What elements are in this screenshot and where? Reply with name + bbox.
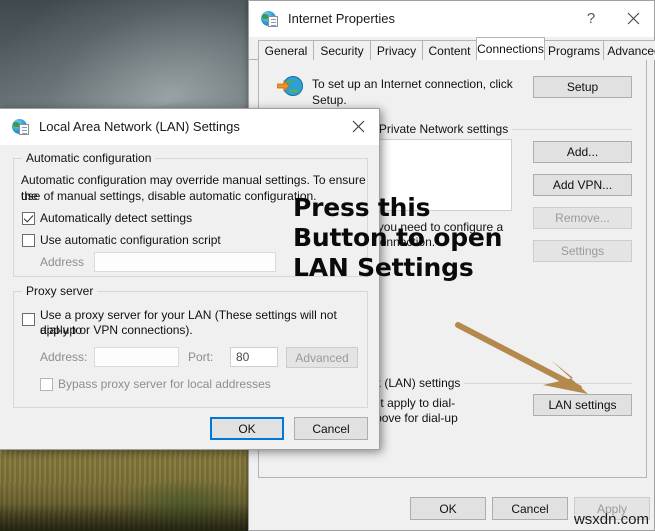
tab-privacy[interactable]: Privacy <box>370 40 423 60</box>
lan-settings-button[interactable]: LAN settings <box>533 394 632 416</box>
remove-button: Remove... <box>533 207 632 229</box>
automatic-configuration-group-label: Automatic configuration <box>22 151 156 165</box>
internet-properties-title: Internet Properties <box>288 11 395 26</box>
tab-advanced[interactable]: Advanced <box>603 40 655 60</box>
script-address-input[interactable] <box>94 252 276 272</box>
tab-content[interactable]: Content <box>422 40 477 60</box>
ok-button[interactable]: OK <box>410 497 486 520</box>
lan-settings-titlebar: Local Area Network (LAN) Settings <box>0 109 379 145</box>
settings-button: Settings <box>533 240 632 262</box>
watermark: wsxdn.com <box>573 511 649 528</box>
proxy-advanced-button: Advanced <box>286 347 358 368</box>
proxy-address-input[interactable] <box>94 347 179 367</box>
tab-security[interactable]: Security <box>313 40 371 60</box>
use-proxy-server-checkbox[interactable] <box>22 313 35 326</box>
internet-properties-tabs: General Security Privacy Content Connect… <box>249 37 655 60</box>
proxy-port-input[interactable]: 80 <box>230 347 278 367</box>
use-automatic-configuration-script-checkbox[interactable] <box>22 234 35 247</box>
close-icon[interactable] <box>612 1 654 36</box>
proxy-port-label: Port: <box>188 350 214 364</box>
tab-programs[interactable]: Programs <box>544 40 604 60</box>
add-button[interactable]: Add... <box>533 141 632 163</box>
tab-general[interactable]: General <box>258 40 314 60</box>
cancel-button[interactable]: Cancel <box>492 497 568 520</box>
lan-settings-dialog: Local Area Network (LAN) Settings Automa… <box>0 108 380 450</box>
tab-connections[interactable]: Connections <box>476 37 545 60</box>
titlebar-buttons <box>337 109 379 144</box>
automatic-configuration-description-line2: use of manual settings, disable automati… <box>21 189 317 203</box>
use-automatic-configuration-script-label[interactable]: Use automatic configuration script <box>40 233 221 248</box>
add-vpn-button[interactable]: Add VPN... <box>533 174 632 196</box>
globe-page-icon <box>261 10 279 28</box>
internet-properties-titlebar: Internet Properties ? <box>249 1 654 37</box>
lan-ok-button[interactable]: OK <box>210 417 284 440</box>
lan-cancel-button[interactable]: Cancel <box>294 417 368 440</box>
bypass-proxy-label[interactable]: Bypass proxy server for local addresses <box>58 377 271 392</box>
globe-page-icon <box>12 118 30 136</box>
setup-description: To set up an Internet connection, click … <box>312 77 513 107</box>
script-address-label: Address <box>40 255 85 269</box>
lan-settings-title: Local Area Network (LAN) Settings <box>39 119 240 134</box>
field-shadow <box>0 503 250 531</box>
help-button[interactable]: ? <box>570 1 612 36</box>
use-proxy-server-label-line2[interactable]: dial-up or VPN connections). <box>40 323 358 338</box>
proxy-server-group-label: Proxy server <box>22 284 98 298</box>
globe-with-orange-arrow-icon <box>276 75 303 99</box>
setup-button[interactable]: Setup <box>533 76 632 98</box>
titlebar-buttons: ? <box>570 1 654 36</box>
automatically-detect-settings-checkbox[interactable] <box>22 212 35 225</box>
proxy-address-label: Address: <box>40 350 88 364</box>
bypass-proxy-checkbox[interactable] <box>40 378 53 391</box>
close-icon[interactable] <box>337 109 379 144</box>
automatically-detect-settings-label[interactable]: Automatically detect settings <box>40 211 192 226</box>
